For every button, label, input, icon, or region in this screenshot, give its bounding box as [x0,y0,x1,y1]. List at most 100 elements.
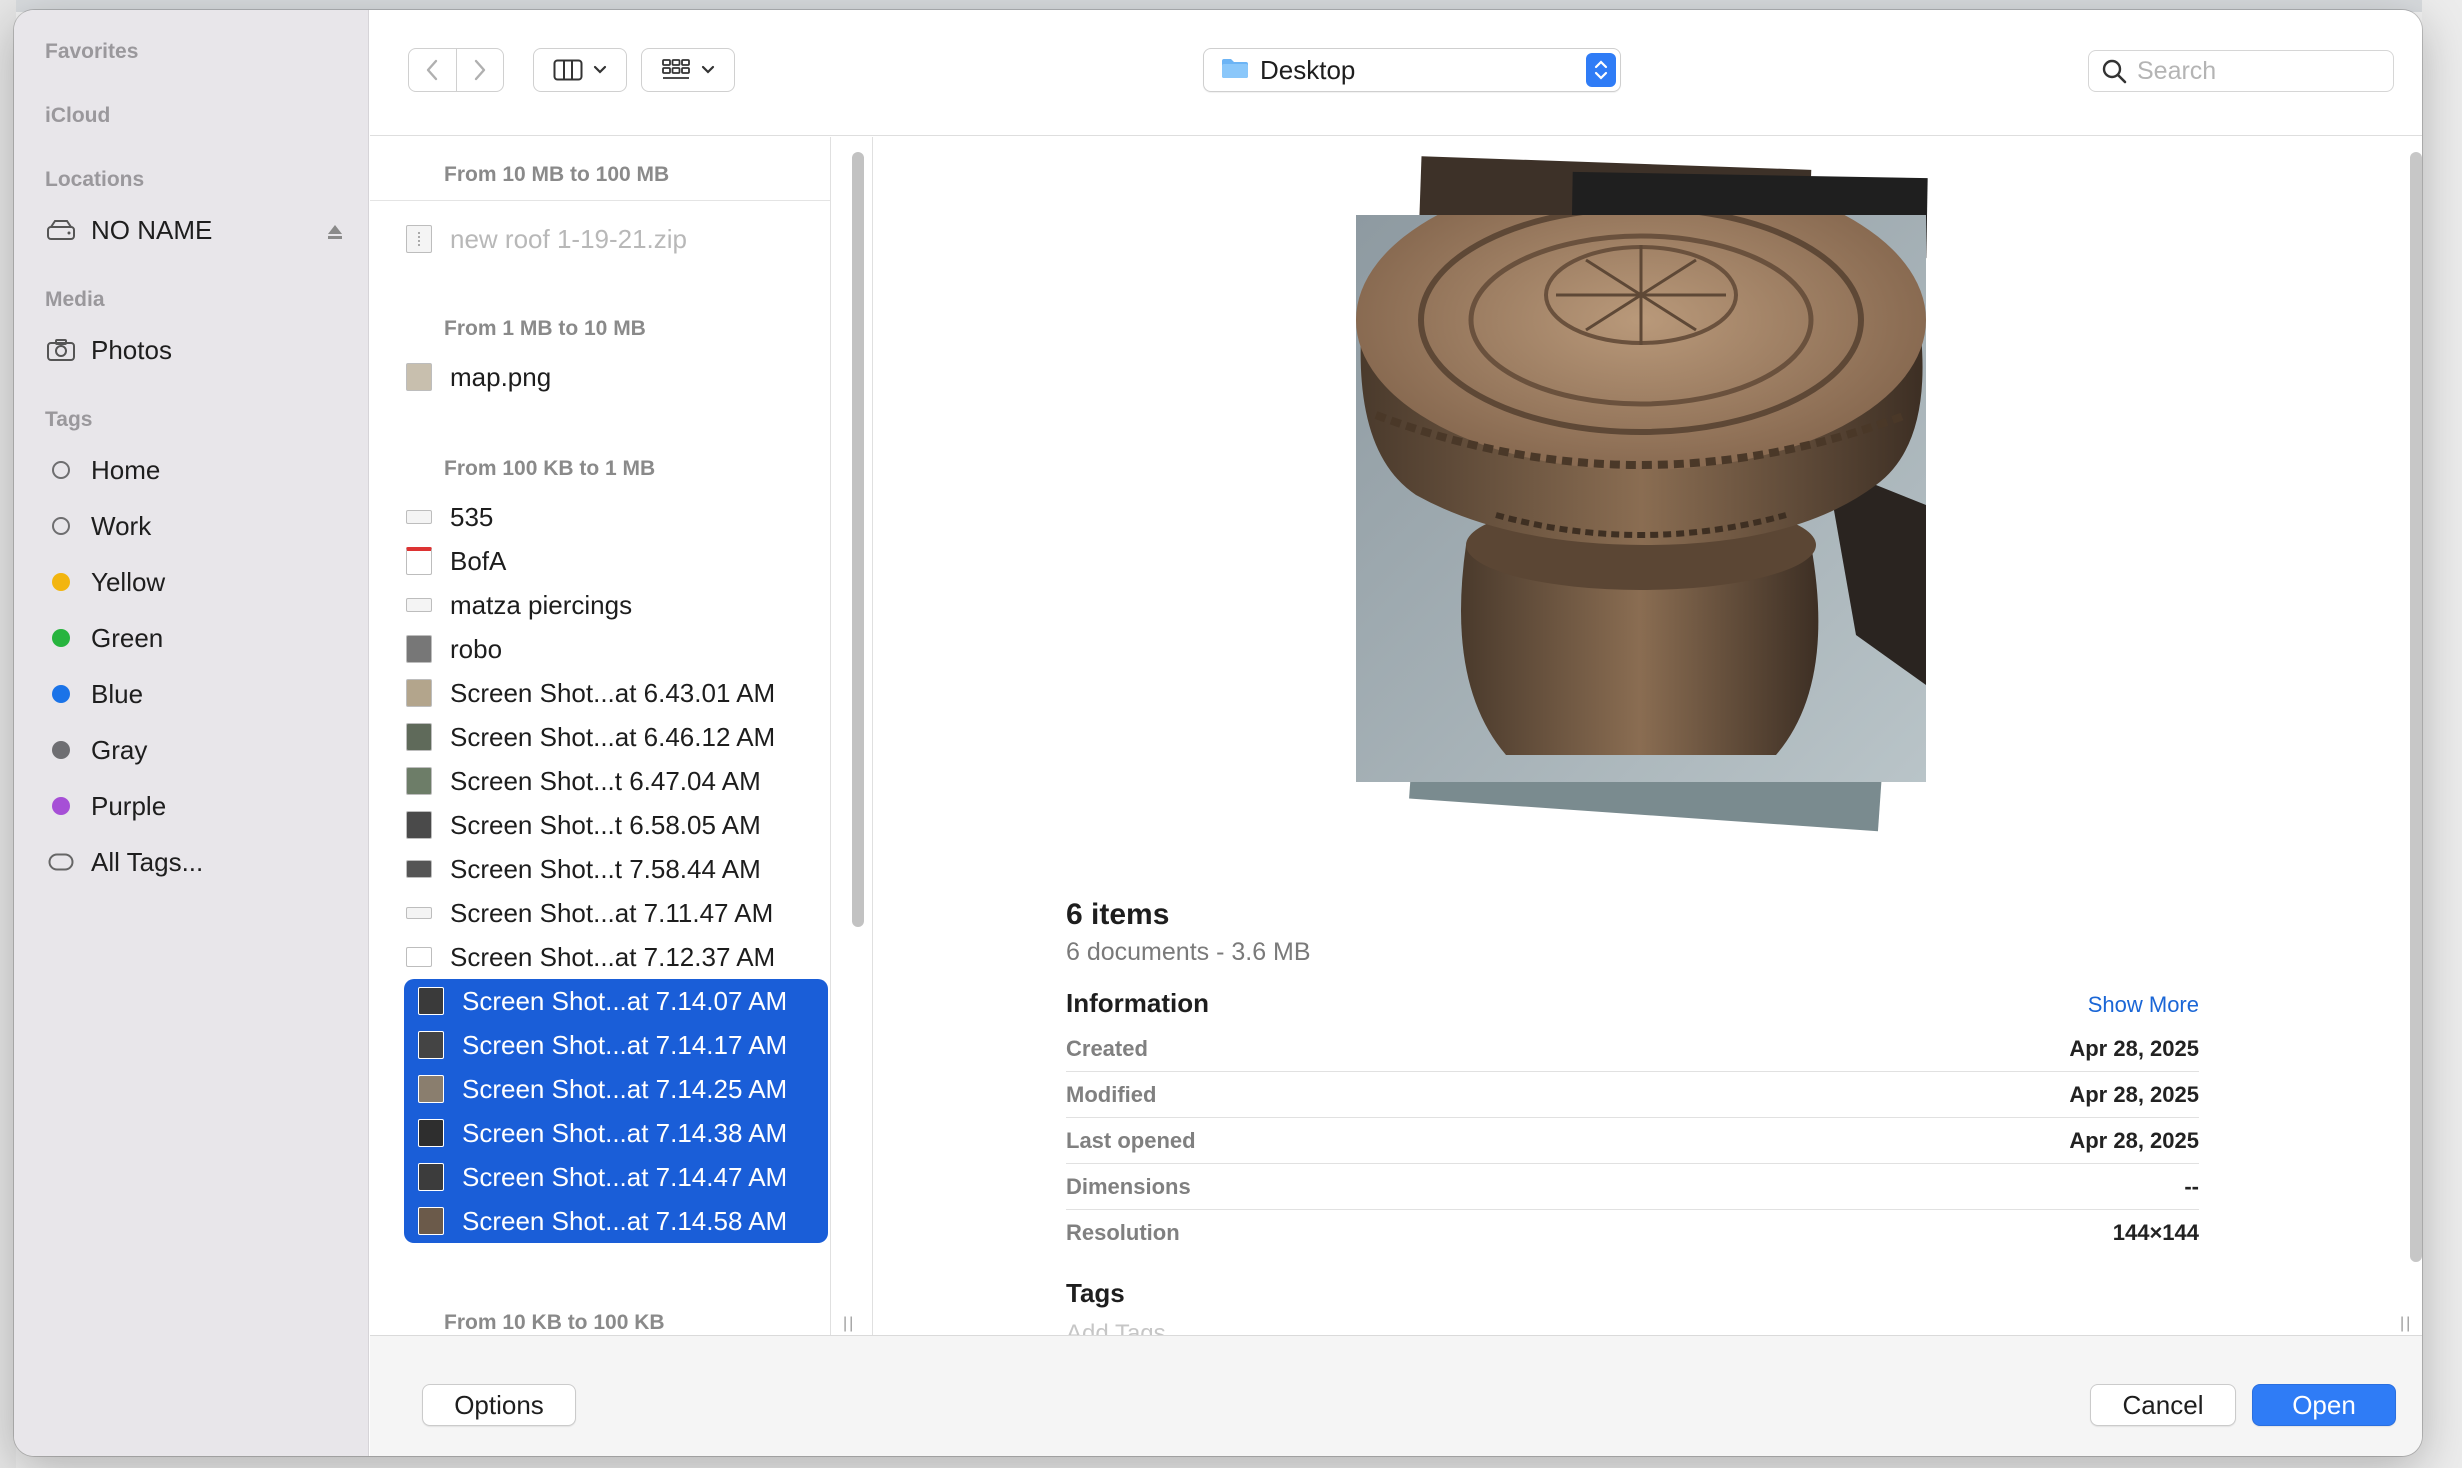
info-value: Apr 28, 2025 [2069,1035,2199,1061]
file-name: matza piercings [450,589,633,620]
list-item[interactable]: new roof 1-19-21.zip [390,217,814,261]
eject-icon[interactable] [325,218,345,249]
sidebar-heading-icloud[interactable]: iCloud [45,104,110,128]
file-name: Screen Shot...t 7.58.44 AM [450,853,761,884]
list-item[interactable]: Screen Shot...at 7.12.37 AM [390,935,814,979]
view-mode-button[interactable] [533,48,627,92]
group-by-button[interactable] [641,48,735,92]
list-item-selected[interactable]: Screen Shot...at 7.14.17 AM [404,1023,828,1067]
search-input[interactable] [2137,56,2377,86]
tag-ring-icon [45,454,77,486]
list-item[interactable]: Screen Shot...at 6.46.12 AM [390,715,814,759]
all-tags-icon [45,846,77,878]
list-item[interactable]: map.png [390,355,814,399]
sidebar-item-no-name[interactable]: NO NAME [45,208,345,252]
sidebar-tag-work[interactable]: Work [45,504,345,548]
file-name: Screen Shot...at 6.43.01 AM [450,677,776,708]
image-file-icon [418,1031,444,1059]
group-header: From 100 KB to 1 MB [444,457,656,480]
sidebar-tag-home[interactable]: Home [45,448,345,492]
image-file-icon [406,679,432,707]
sidebar-tag-yellow[interactable]: Yellow [45,560,345,604]
file-name: Screen Shot...at 6.46.12 AM [450,721,776,752]
list-item[interactable]: robo [390,627,814,671]
sidebar-item-label: Blue [91,678,144,709]
sidebar-item-photos[interactable]: Photos [45,328,345,372]
chevron-left-icon [427,59,438,81]
chevron-down-icon [593,65,607,74]
list-item[interactable]: matza piercings [390,583,814,627]
sidebar-item-label: Yellow [91,566,166,597]
list-item[interactable]: Screen Shot...t 6.47.04 AM [390,759,814,803]
show-more-link[interactable]: Show More [2014,992,2199,1018]
tag-dot-gray-icon [45,734,77,766]
info-label: Last opened [1066,1127,1196,1153]
list-item[interactable]: 535 [390,495,814,539]
file-name: Screen Shot...at 7.14.38 AM [462,1117,788,1148]
sidebar-item-label: Green [91,622,164,653]
list-item[interactable]: Screen Shot...at 7.11.47 AM [390,891,814,935]
list-item-selected[interactable]: Screen Shot...at 7.14.07 AM [404,979,828,1023]
sidebar-tag-purple[interactable]: Purple [45,784,345,828]
column-divider[interactable] [830,137,831,1335]
sidebar-tag-green[interactable]: Green [45,616,345,660]
forward-button[interactable] [455,49,503,91]
preview-resize-handle[interactable]: || [2400,1315,2412,1333]
list-scrollbar[interactable] [852,152,864,927]
list-item[interactable]: Screen Shot...t 6.58.05 AM [390,803,814,847]
file-name: Screen Shot...at 7.14.58 AM [462,1205,788,1236]
list-item-selected[interactable]: Screen Shot...at 7.14.38 AM [404,1111,828,1155]
file-name: Screen Shot...at 7.11.47 AM [450,897,774,928]
image-file-icon [406,860,432,878]
image-file-icon [406,635,432,663]
sidebar-tag-blue[interactable]: Blue [45,672,345,716]
list-item[interactable]: Screen Shot...t 7.58.44 AM [390,847,814,891]
open-button[interactable]: Open [2252,1384,2396,1426]
sidebar-item-label: Photos [91,334,172,365]
back-button[interactable] [409,49,456,91]
sidebar-heading-locations[interactable]: Locations [45,168,144,192]
options-button[interactable]: Options [422,1384,576,1426]
list-item-selected[interactable]: Screen Shot...at 7.14.47 AM [404,1155,828,1199]
column-resize-handle[interactable]: || [843,1315,855,1333]
preview-scrollbar[interactable] [2410,152,2422,1262]
tag-dot-purple-icon [45,790,77,822]
drive-icon [45,214,77,246]
sidebar: Favorites iCloud Locations NO NAME Media… [14,10,369,1456]
sidebar-tag-gray[interactable]: Gray [45,728,345,772]
list-item-selected[interactable]: Screen Shot...at 7.14.25 AM [404,1067,828,1111]
preview-photo [1356,215,1926,782]
file-name: Screen Shot...at 7.14.07 AM [462,985,788,1016]
location-popup[interactable]: Desktop [1203,48,1621,92]
file-name: Screen Shot...t 6.58.05 AM [450,809,761,840]
sidebar-heading-media[interactable]: Media [45,288,105,312]
tag-dot-green-icon [45,622,77,654]
preview-image-stack [1342,155,1932,845]
sidebar-heading-tags[interactable]: Tags [45,408,92,432]
open-file-dialog: Favorites iCloud Locations NO NAME Media… [14,10,2422,1456]
list-item[interactable]: BofA [390,539,814,583]
info-row-modified: Modified Apr 28, 2025 [1066,1072,2199,1118]
selection-summary: 6 documents - 3.6 MB [1066,938,1311,966]
file-name: robo [450,633,503,664]
folder-icon [1220,56,1250,85]
image-file-icon [406,767,432,795]
search-field[interactable] [2088,50,2394,92]
file-name: Screen Shot...at 7.12.37 AM [450,941,776,972]
column-divider[interactable] [872,137,873,1335]
image-file-icon [418,1119,444,1147]
info-row-dimensions: Dimensions -- [1066,1164,2199,1210]
toolbar: Desktop [370,10,2422,136]
sidebar-all-tags[interactable]: All Tags... [45,840,345,884]
file-name: Screen Shot...at 7.14.25 AM [462,1073,788,1104]
info-label: Dimensions [1066,1173,1191,1199]
group-divider [370,200,830,201]
list-item-selected[interactable]: Screen Shot...at 7.14.58 AM [404,1199,828,1243]
list-item[interactable]: Screen Shot...at 6.43.01 AM [390,671,814,715]
file-name: Screen Shot...at 7.14.17 AM [462,1029,788,1060]
nav-buttons [408,48,504,92]
cancel-button[interactable]: Cancel [2090,1384,2236,1426]
info-label: Resolution [1066,1220,1180,1245]
sidebar-heading-favorites[interactable]: Favorites [45,40,138,64]
sidebar-item-label: All Tags... [91,846,204,877]
